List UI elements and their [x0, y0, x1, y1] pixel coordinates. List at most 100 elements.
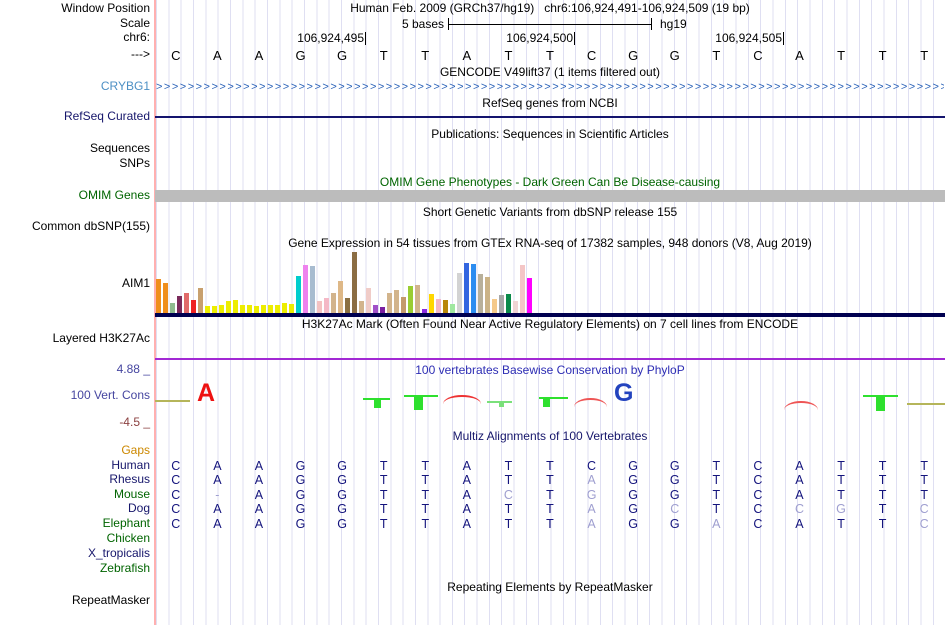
base-letter: G [337, 48, 348, 63]
base-letter: T [920, 48, 929, 63]
gtex-bar[interactable] [505, 294, 511, 313]
gtex-bar[interactable] [274, 305, 280, 313]
align-row-label-zebrafish[interactable]: Zebrafish [0, 562, 150, 575]
gtex-bar[interactable] [344, 298, 350, 313]
aligned-base: G [669, 487, 680, 502]
gtex-bar[interactable] [484, 277, 490, 313]
gtex-bar[interactable] [435, 299, 441, 313]
track-label-refseq-curated[interactable]: RefSeq Curated [0, 110, 150, 123]
gtex-bar[interactable] [253, 306, 259, 313]
align-row-label-human[interactable]: Human [0, 458, 150, 472]
conservation-peak [414, 397, 423, 410]
gtex-bar[interactable] [365, 288, 371, 313]
gtex-bar[interactable] [512, 301, 518, 313]
align-row-label-elephant[interactable]: Elephant [0, 516, 150, 530]
gtex-bar[interactable] [288, 304, 294, 313]
gtex-bar[interactable] [351, 252, 357, 313]
align-row-label-dog[interactable]: Dog [0, 502, 150, 515]
aligned-base: T [878, 473, 887, 487]
aligned-base: C [171, 516, 181, 531]
h3k27ac-signal-line[interactable] [155, 358, 945, 360]
gtex-bar[interactable] [463, 263, 469, 313]
gtex-bar[interactable] [218, 305, 224, 313]
gtex-bar[interactable] [372, 305, 378, 313]
gtex-bar[interactable] [211, 306, 217, 313]
coordinate-text: 106,924,495 [297, 31, 364, 45]
gtex-bar[interactable] [232, 300, 238, 313]
gtex-bar[interactable] [414, 285, 420, 313]
omim-gene-bar[interactable] [155, 190, 945, 202]
gtex-bar[interactable] [302, 265, 308, 313]
gtex-bar[interactable] [337, 281, 343, 313]
gtex-bar[interactable] [295, 276, 301, 313]
aligned-base: A [712, 516, 721, 531]
aligned-base: T [504, 516, 513, 531]
strand-arrow-label[interactable]: ---> [0, 48, 150, 61]
gtex-bar[interactable] [281, 303, 287, 313]
gtex-bar[interactable] [386, 293, 392, 313]
align-row-label-gaps[interactable]: Gaps [0, 444, 150, 457]
gtex-bar[interactable] [491, 299, 497, 313]
gtex-bar[interactable] [456, 273, 462, 313]
gtex-bar[interactable] [428, 294, 434, 313]
track-label-crybg1[interactable]: CRYBG1 [0, 80, 150, 93]
gtex-bar[interactable] [309, 266, 315, 313]
refseq-gene-line[interactable] [155, 116, 945, 118]
aligned-base: T [504, 473, 513, 487]
gencode-track-title: GENCODE V49lift37 (1 items filtered out) [439, 65, 661, 79]
track-label-omim-genes[interactable]: OMIM Genes [0, 189, 150, 202]
omim-track-title: OMIM Gene Phenotypes - Dark Green Can Be… [379, 175, 721, 189]
gtex-bar[interactable] [519, 265, 525, 313]
gtex-bar[interactable] [323, 298, 329, 313]
aligned-base: G [669, 458, 680, 473]
track-label-snps[interactable]: SNPs [0, 157, 150, 170]
gtex-bar[interactable] [316, 301, 322, 313]
window-position-label: Window Position [61, 1, 150, 15]
align-row-label-rhesus[interactable]: Rhesus [0, 473, 150, 486]
base-letter: C [586, 48, 597, 63]
track-label-common-dbsnp[interactable]: Common dbSNP(155) [0, 220, 150, 233]
gtex-bar[interactable] [176, 296, 182, 313]
gtex-bar[interactable] [449, 304, 455, 313]
align-row-label-chicken[interactable]: Chicken [0, 532, 150, 545]
scale-bases-text: 5 bases [401, 17, 444, 31]
gtex-bar[interactable] [183, 293, 189, 313]
gtex-bar[interactable] [239, 305, 245, 313]
gtex-bar[interactable] [442, 300, 448, 313]
gtex-bar[interactable] [498, 295, 504, 313]
gtex-bar[interactable] [393, 290, 399, 313]
gtex-bar[interactable] [470, 264, 476, 313]
align-row-label-mouse[interactable]: Mouse [0, 487, 150, 501]
gtex-bar[interactable] [330, 293, 336, 313]
align-row-label-xtropicalis[interactable]: X_tropicalis [0, 547, 150, 560]
gtex-bar[interactable] [169, 303, 175, 313]
aligned-base: T [878, 502, 887, 516]
gtex-bar[interactable] [267, 305, 273, 313]
aligned-base: T [712, 502, 721, 516]
gtex-bar[interactable] [155, 279, 161, 313]
gtex-bar[interactable] [400, 297, 406, 313]
gtex-bar[interactable] [246, 305, 252, 313]
track-label-layered-h3k27ac[interactable]: Layered H3K27Ac [0, 332, 150, 345]
gtex-bar[interactable] [225, 301, 231, 313]
gtex-bar[interactable] [204, 306, 210, 313]
aligned-base: G [295, 458, 306, 473]
gtex-bar[interactable] [260, 305, 266, 313]
base-letter: G [295, 48, 306, 63]
gtex-bar[interactable] [526, 278, 532, 313]
aligned-base: A [795, 516, 804, 531]
track-label-repeatmasker[interactable]: RepeatMasker [0, 594, 150, 607]
track-label-vert-cons[interactable]: 100 Vert. Cons [0, 389, 150, 402]
gtex-bar[interactable] [162, 283, 168, 313]
track-label-sequences[interactable]: Sequences [0, 142, 150, 155]
gtex-bar[interactable] [197, 288, 203, 313]
aligned-base: G [337, 487, 347, 502]
track-label-aim1[interactable]: AIM1 [0, 277, 150, 290]
aligned-base: G [586, 487, 597, 502]
gtex-bar[interactable] [407, 286, 413, 313]
crybg1-transcript-arrows[interactable]: >>>>>>>>>>>>>>>>>>>>>>>>>>>>>>>>>>>>>>>>… [156, 81, 944, 94]
gtex-bar[interactable] [358, 301, 364, 313]
conservation-line [155, 400, 190, 402]
gtex-bar[interactable] [190, 300, 196, 313]
gtex-bar[interactable] [477, 274, 483, 313]
